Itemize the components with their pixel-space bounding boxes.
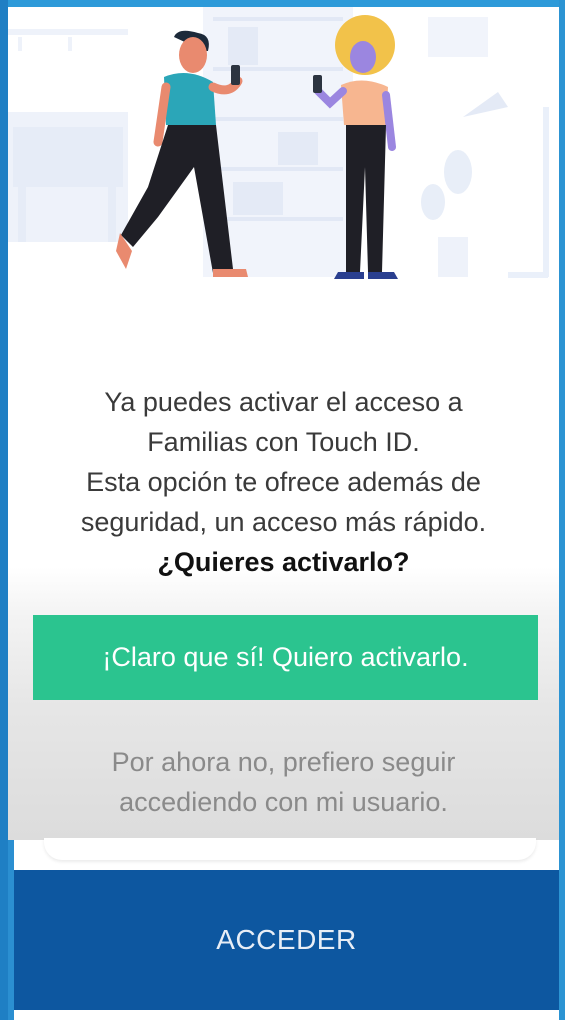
activation-question: ¿Quieres activarlo? (157, 547, 410, 577)
message-line: Ya puedes activar el acceso a (104, 387, 463, 417)
decline-line: Por ahora no, prefiero seguir (111, 747, 456, 777)
decline-touch-id-link[interactable]: Por ahora no, prefiero seguir accediendo… (8, 742, 559, 822)
touch-id-message: Ya puedes activar el acceso a Familias c… (8, 382, 559, 582)
frame-left-border (0, 0, 8, 1020)
decline-line: accediendo con mi usuario. (119, 787, 448, 817)
people-illustration (8, 7, 559, 307)
access-button[interactable]: ACCEDER (14, 870, 559, 1010)
modal-bottom-edge (44, 838, 536, 860)
frame-top-border (0, 0, 565, 7)
touch-id-modal: Ya puedes activar el acceso a Familias c… (8, 7, 559, 840)
activate-touch-id-button[interactable]: ¡Claro que sí! Quiero activarlo. (33, 615, 538, 700)
frame-right-border (559, 0, 565, 1020)
message-line: Esta opción te ofrece además de (86, 467, 481, 497)
message-line: Familias con Touch ID. (147, 427, 420, 457)
message-line: seguridad, un acceso más rápido. (80, 507, 487, 537)
